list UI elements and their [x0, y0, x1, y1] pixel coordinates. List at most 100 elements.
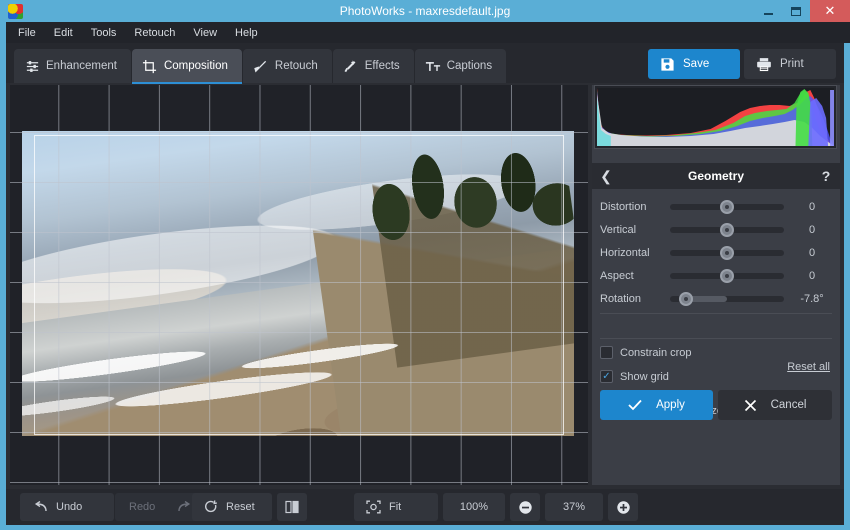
minus-circle-icon — [518, 500, 533, 515]
redo-arrow-icon — [177, 501, 191, 513]
tab-label-retouch: Retouch — [274, 60, 318, 72]
menu-item-retouch[interactable]: Retouch — [132, 25, 177, 41]
cancel-button-label: Cancel — [770, 399, 807, 411]
histogram-panel — [594, 85, 837, 149]
print-button[interactable]: Print — [744, 49, 836, 79]
zoom-level-display[interactable]: 37% — [545, 493, 603, 521]
actual-size-button[interactable]: 100% — [443, 493, 505, 521]
slider-row-aspect: Aspect 0 — [592, 264, 840, 287]
sliders-icon — [24, 58, 40, 74]
right-panel: ❮ Geometry ? Distortion 0 Vertical 0 Hor… — [592, 85, 840, 485]
before-after-icon — [285, 500, 299, 514]
menu-item-tools[interactable]: Tools — [89, 25, 119, 41]
apply-button-label: Apply — [656, 399, 685, 411]
slider-row-rotation: Rotation -7.8° — [592, 287, 840, 310]
tab-enhancement[interactable]: Enhancement — [14, 49, 131, 83]
fit-button[interactable]: Fit — [354, 493, 438, 521]
window-controls: ✕ — [754, 0, 850, 22]
history-group: Undo Redo — [20, 493, 202, 521]
slider-knob-vertical[interactable] — [720, 222, 734, 237]
chevron-left-icon[interactable]: ❮ — [592, 168, 620, 185]
save-button[interactable]: Save — [648, 49, 740, 79]
image-canvas[interactable] — [10, 85, 588, 485]
menu-item-file[interactable]: File — [16, 25, 38, 41]
slider-row-vertical: Vertical 0 — [592, 218, 840, 241]
text-tool-icon — [425, 58, 441, 74]
magic-wand-icon — [343, 58, 359, 74]
constrain-crop-checkbox[interactable]: Constrain crop — [600, 346, 692, 359]
zoom-level-label: 37% — [562, 501, 586, 513]
checkbox-box-show-grid: ✓ — [600, 370, 613, 383]
geometry-sliders: Distortion 0 Vertical 0 Horizontal 0 Asp… — [592, 195, 840, 310]
photo-viewport — [22, 131, 574, 436]
tab-label-composition: Composition — [163, 60, 228, 72]
slider-value-vertical: 0 — [808, 223, 816, 236]
undo-button[interactable]: Undo — [20, 493, 114, 521]
rotated-photo-frame — [22, 131, 574, 436]
slider-knob-rotation[interactable] — [678, 291, 693, 306]
panel-header: ❮ Geometry ? — [592, 163, 840, 189]
slider-track-rotation[interactable] — [670, 291, 784, 306]
panel-divider-top — [600, 313, 832, 314]
reset-circle-icon — [204, 500, 218, 514]
undo-arrow-icon — [34, 501, 48, 513]
panel-action-buttons: Apply Cancel — [600, 390, 832, 420]
constrain-crop-label: Constrain crop — [620, 346, 692, 359]
question-mark-icon[interactable]: ? — [812, 168, 840, 184]
slider-track-vertical[interactable] — [670, 222, 784, 237]
show-grid-label: Show grid — [620, 370, 669, 383]
plus-circle-icon — [616, 500, 631, 515]
minimize-button[interactable] — [754, 0, 782, 22]
fit-button-label: Fit — [389, 501, 402, 513]
reset-compare-group: Reset — [192, 493, 308, 521]
slider-track-horizontal[interactable] — [670, 245, 784, 260]
slider-knob-aspect[interactable] — [720, 268, 734, 283]
fit-frame-icon — [366, 500, 381, 514]
slider-row-horizontal: Horizontal 0 — [592, 241, 840, 264]
checkbox-box-constrain-crop — [600, 346, 613, 359]
slider-knob-distortion[interactable] — [720, 199, 734, 214]
panel-divider-bottom — [600, 338, 832, 339]
slider-value-horizontal: 0 — [808, 246, 816, 259]
floppy-disk-icon — [660, 57, 675, 72]
photo-coastline — [22, 131, 574, 436]
slider-value-aspect: 0 — [808, 269, 816, 282]
menu-item-view[interactable]: View — [191, 25, 219, 41]
minimize-icon — [763, 12, 773, 15]
slider-knob-horizontal[interactable] — [720, 245, 734, 260]
tab-effects[interactable]: Effects — [332, 49, 414, 83]
zoom-out-button[interactable] — [510, 493, 540, 521]
show-grid-checkbox[interactable]: ✓ Show grid — [600, 370, 669, 383]
redo-button-label: Redo — [129, 501, 156, 513]
menu-item-help[interactable]: Help — [233, 25, 260, 41]
tab-list: Enhancement Composition Retouch Effects … — [14, 49, 507, 84]
reset-button[interactable]: Reset — [192, 493, 272, 521]
redo-button[interactable]: Redo — [115, 493, 201, 521]
zoom-in-button[interactable] — [608, 493, 638, 521]
save-button-label: Save — [683, 58, 710, 70]
maximize-icon — [791, 6, 801, 16]
maximize-button[interactable] — [782, 0, 810, 22]
title-bar: PhotoWorks - maxresdefault.jpg ✕ — [0, 0, 850, 22]
undo-button-label: Undo — [56, 501, 83, 513]
slider-value-rotation: -7.8° — [800, 292, 824, 305]
reset-all-link[interactable]: Reset all — [787, 361, 830, 373]
bottom-toolbar: Undo Redo Reset Fit 100% 37% — [6, 489, 844, 525]
slider-label-aspect: Aspect — [600, 269, 634, 282]
close-button[interactable]: ✕ — [810, 0, 850, 22]
slider-value-distortion: 0 — [808, 200, 816, 213]
tab-retouch[interactable]: Retouch — [242, 49, 332, 83]
cancel-button[interactable]: Cancel — [718, 390, 832, 420]
x-icon — [744, 399, 757, 412]
compare-button[interactable] — [277, 493, 307, 521]
slider-track-aspect[interactable] — [670, 268, 784, 283]
menu-item-edit[interactable]: Edit — [52, 25, 75, 41]
slider-label-horizontal: Horizontal — [600, 246, 650, 259]
tab-captions[interactable]: Captions — [414, 49, 507, 83]
print-button-label: Print — [780, 58, 804, 70]
tab-label-captions: Captions — [446, 60, 493, 72]
tab-composition[interactable]: Composition — [131, 49, 242, 84]
slider-track-distortion[interactable] — [670, 199, 784, 214]
zoom-group: Fit 100% 37% — [354, 493, 639, 521]
apply-button[interactable]: Apply — [600, 390, 713, 420]
